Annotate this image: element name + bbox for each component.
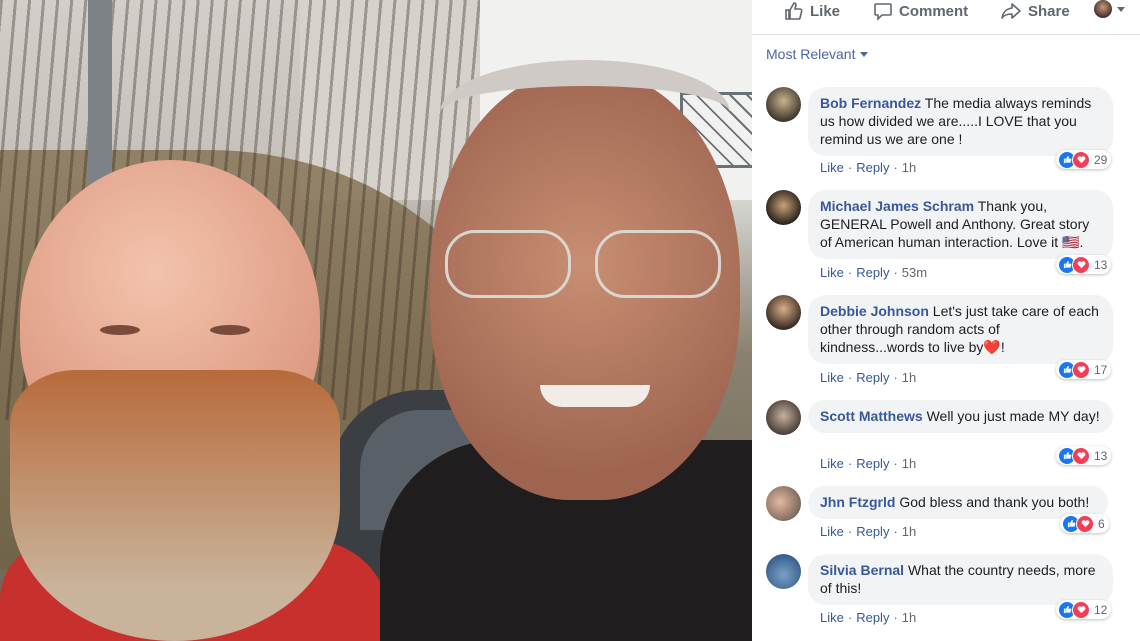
share-button[interactable]: Share [1000,0,1070,22]
chevron-down-icon [860,51,869,57]
avatar [1094,0,1112,18]
comment-author[interactable]: Scott Matthews [820,408,923,424]
comment-reply-link[interactable]: Reply [856,456,889,471]
comment-bubble: Scott Matthews Well you just made MY day… [808,400,1113,433]
comment-bubble: Silvia Bernal What the country needs, mo… [808,554,1113,605]
comments-panel: Like Comment Share Most Relevant Bob Fer… [752,0,1140,641]
love-reaction-icon [1072,150,1090,169]
meta-separator: · [847,370,853,385]
reaction-summary[interactable]: 17 [1056,360,1112,379]
meta-separator: · [893,456,898,471]
avatar[interactable] [766,87,801,122]
share-label: Share [1028,2,1070,20]
comment-timestamp[interactable]: 1h [902,370,916,385]
comment-timestamp[interactable]: 1h [902,160,916,175]
comment-like-link[interactable]: Like [820,610,844,625]
avatar[interactable] [766,400,801,435]
comment-timestamp[interactable]: 1h [902,456,916,471]
reaction-count: 17 [1094,362,1108,377]
love-reaction-icon [1072,600,1090,619]
comment-meta: Like · Reply · 1h [820,456,916,471]
share-audience-menu[interactable] [1094,0,1125,18]
love-reaction-icon [1076,514,1094,533]
comment-bubble: Michael James Schram Thank you, GENERAL … [808,190,1113,259]
photo-man-right-hair [440,60,730,166]
meta-separator: · [847,524,853,539]
sort-label: Most Relevant [766,46,856,62]
comment-author[interactable]: Bob Fernandez [820,95,921,111]
comment-reply-link[interactable]: Reply [856,610,889,625]
photo-man-left-eye [210,325,250,335]
photo-pole [88,0,112,185]
meta-separator: · [893,610,898,625]
comment-author[interactable]: Debbie Johnson [820,303,929,319]
meta-separator: · [847,456,853,471]
comment-meta: Like · Reply · 53m [820,265,927,280]
reaction-summary[interactable]: 29 [1056,150,1112,169]
meta-separator: · [893,524,898,539]
meta-separator: · [847,610,853,625]
comment-text: God bless and thank you both! [899,494,1090,510]
comment-button[interactable]: Comment [873,0,968,22]
comment-author[interactable]: Michael James Schram [820,198,974,214]
comment-meta: Like · Reply · 1h [820,524,916,539]
reaction-summary[interactable]: 6 [1060,514,1109,533]
share-arrow-icon [1001,3,1021,19]
comment-author[interactable]: Jhn Ftzgrld [820,494,895,510]
like-button[interactable]: Like [784,0,840,22]
comment-timestamp[interactable]: 1h [902,524,916,539]
comment-timestamp[interactable]: 1h [902,610,916,625]
comment-bubble: Bob Fernandez The media always reminds u… [808,87,1113,156]
post-action-bar: Like Comment Share [752,0,1140,35]
avatar[interactable] [766,295,801,330]
photo-man-left-eye [100,325,140,335]
reaction-count: 6 [1098,516,1105,531]
comment-like-link[interactable]: Like [820,524,844,539]
love-reaction-icon [1072,360,1090,379]
comment-bubble: Debbie Johnson Let's just take care of e… [808,295,1113,364]
reaction-summary[interactable]: 13 [1056,255,1112,274]
comment-text: Well you just made MY day! [926,408,1100,424]
reaction-count: 29 [1094,152,1108,167]
comment-label: Comment [899,2,969,20]
comment-like-link[interactable]: Like [820,456,844,471]
comment-like-link[interactable]: Like [820,265,844,280]
meta-separator: · [893,370,898,385]
love-reaction-icon [1072,446,1090,465]
meta-separator: · [847,160,853,175]
comment-bubble: Jhn Ftzgrld God bless and thank you both… [808,486,1108,519]
comment-author[interactable]: Silvia Bernal [820,562,904,578]
post-photo[interactable] [0,0,752,641]
comment-meta: Like · Reply · 1h [820,160,916,175]
comment-reply-link[interactable]: Reply [856,524,889,539]
reaction-count: 12 [1094,602,1108,617]
comment-like-link[interactable]: Like [820,370,844,385]
meta-separator: · [893,160,898,175]
comment-reply-link[interactable]: Reply [856,265,889,280]
chevron-down-icon [1117,6,1125,12]
like-label: Like [810,2,841,20]
comment-reply-link[interactable]: Reply [856,370,889,385]
avatar[interactable] [766,486,801,521]
photo-glasses [445,220,735,310]
photo-man-left-beard [10,370,340,641]
avatar[interactable] [766,554,801,589]
comment-meta: Like · Reply · 1h [820,370,916,385]
avatar[interactable] [766,190,801,225]
photo-man-right-smile [540,385,650,407]
meta-separator: · [847,265,853,280]
reaction-summary[interactable]: 12 [1056,600,1112,619]
reaction-count: 13 [1094,448,1108,463]
reaction-count: 13 [1094,257,1108,272]
reaction-summary[interactable]: 13 [1056,446,1112,465]
thumbs-up-icon [785,2,803,20]
speech-bubble-icon [874,3,892,21]
comment-like-link[interactable]: Like [820,160,844,175]
comment-reply-link[interactable]: Reply [856,160,889,175]
comment-sort-dropdown[interactable]: Most Relevant [766,46,869,62]
comment-meta: Like · Reply · 1h [820,610,916,625]
meta-separator: · [893,265,898,280]
love-reaction-icon [1072,255,1090,274]
comment-timestamp[interactable]: 53m [902,265,927,280]
